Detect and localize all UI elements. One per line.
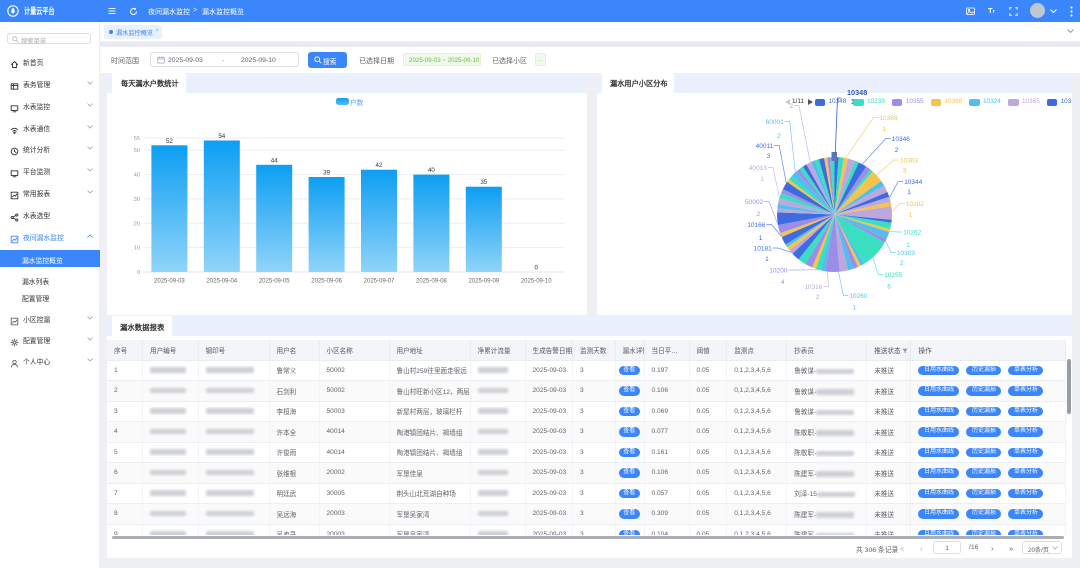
svg-text:3: 3 [767,153,771,160]
svg-text:10260: 10260 [849,293,867,300]
svg-text:10316: 10316 [804,284,822,291]
svg-text:10346: 10346 [892,136,910,143]
svg-text:0: 0 [534,265,538,272]
svg-text:6: 6 [887,284,891,291]
svg-text:2025-09-09: 2025-09-09 [468,279,499,285]
svg-text:2025-09-03: 2025-09-03 [154,279,185,285]
svg-text:30: 30 [134,197,140,203]
svg-text:20: 20 [134,221,140,227]
svg-text:10363: 10363 [900,158,918,165]
svg-text:2: 2 [777,133,781,140]
svg-text:2: 2 [816,294,820,301]
svg-text:1: 1 [906,242,910,249]
svg-text:50: 50 [134,148,140,154]
svg-text:39: 39 [323,170,330,177]
svg-text:35: 35 [480,179,487,186]
svg-text:2: 2 [900,260,904,267]
svg-text:2025-09-05: 2025-09-05 [259,279,290,285]
svg-text:10344: 10344 [904,179,922,186]
svg-text:1: 1 [759,235,763,242]
svg-text:1: 1 [883,126,887,133]
svg-text:1: 1 [760,176,764,183]
svg-text:1: 1 [852,305,856,312]
svg-text:4: 4 [781,279,785,286]
svg-text:3: 3 [903,168,907,175]
svg-text:10348: 10348 [847,88,867,97]
svg-text:10181: 10181 [754,246,772,253]
svg-text:1: 1 [907,189,911,196]
svg-text:40013: 40013 [749,165,767,172]
svg-text:60001: 60001 [766,119,784,126]
svg-text:2025-09-04: 2025-09-04 [206,279,237,285]
svg-text:10200: 10200 [769,268,787,275]
svg-text:52: 52 [166,138,173,145]
svg-text:10166: 10166 [747,222,765,229]
svg-text:2025-09-08: 2025-09-08 [416,279,447,285]
svg-text:44: 44 [271,157,278,164]
svg-text:2025-09-10: 2025-09-10 [521,279,552,285]
svg-text:40: 40 [428,167,435,174]
svg-text:10303: 10303 [897,250,915,257]
svg-text:2025-09-06: 2025-09-06 [311,279,342,285]
svg-text:10: 10 [134,246,140,252]
svg-text:10202: 10202 [906,201,924,208]
svg-text:42: 42 [376,162,383,169]
svg-text:1: 1 [765,256,769,263]
svg-text:40: 40 [134,173,140,179]
svg-text:54: 54 [218,133,225,140]
svg-text:2: 2 [756,211,760,218]
svg-text:10255: 10255 [884,272,902,279]
svg-text:1: 1 [909,212,913,219]
svg-text:40011: 40011 [756,143,774,150]
svg-text:10368: 10368 [880,115,898,122]
svg-text:50002: 50002 [745,199,763,206]
svg-text:10262: 10262 [903,230,921,237]
svg-text:0: 0 [137,270,140,276]
svg-text:2: 2 [895,147,899,154]
svg-text:55: 55 [134,136,140,142]
svg-text:2025-09-07: 2025-09-07 [364,279,395,285]
